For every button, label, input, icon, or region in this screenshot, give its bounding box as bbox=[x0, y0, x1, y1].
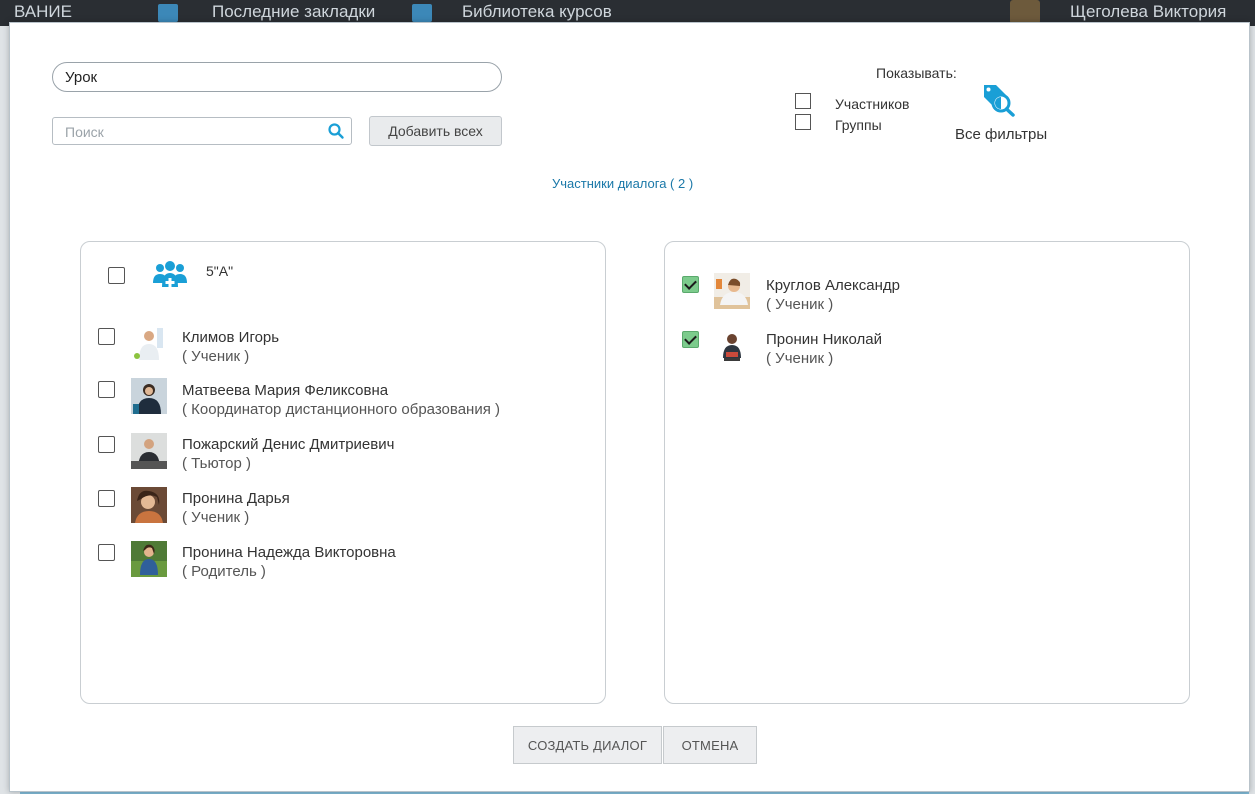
avatar bbox=[714, 328, 750, 364]
avatar bbox=[131, 541, 167, 577]
create-dialog-modal: Добавить всех Показывать: Участников Гру… bbox=[9, 22, 1250, 792]
user-role: ( Тьютор ) bbox=[182, 455, 251, 472]
selected-participants-panel: Круглов Александр ( Ученик ) Пронин Нико… bbox=[664, 241, 1190, 704]
filter-participants-checkbox[interactable] bbox=[795, 93, 811, 109]
show-filter-label: Показывать: bbox=[876, 65, 957, 81]
participant-name: Круглов Александр bbox=[766, 277, 901, 294]
background-library-link: Библиотека курсов bbox=[462, 2, 612, 21]
avatar bbox=[131, 433, 167, 469]
participant-role: ( Ученик ) bbox=[766, 350, 834, 367]
avatar bbox=[131, 324, 167, 360]
background-topbar-title: ВАНИЕ bbox=[14, 2, 72, 21]
all-filters-link[interactable]: Все фильтры bbox=[955, 126, 1047, 143]
available-users-panel: 5"А" Климов Игорь ( Ученик ) Матвеева Ма… bbox=[80, 241, 606, 704]
user-checkbox[interactable] bbox=[98, 328, 115, 345]
search-input[interactable] bbox=[63, 119, 317, 145]
add-all-button[interactable]: Добавить всех bbox=[369, 116, 502, 146]
library-icon bbox=[412, 4, 432, 22]
filter-participants-label: Участников bbox=[835, 96, 910, 112]
user-name: Матвеева Мария Феликсовна bbox=[182, 382, 389, 399]
group-add-icon[interactable] bbox=[152, 259, 188, 291]
participant-checkbox[interactable] bbox=[682, 331, 699, 348]
user-role: ( Ученик ) bbox=[182, 509, 250, 526]
user-role: ( Ученик ) bbox=[182, 348, 250, 365]
avatar bbox=[131, 378, 167, 414]
create-dialog-button[interactable]: СОЗДАТЬ ДИАЛОГ bbox=[513, 726, 662, 764]
background-user-name: Щеголева Виктория bbox=[1070, 2, 1227, 21]
user-role: ( Родитель ) bbox=[182, 563, 266, 580]
user-checkbox[interactable] bbox=[98, 436, 115, 453]
user-checkbox[interactable] bbox=[98, 490, 115, 507]
participant-name: Пронин Николай bbox=[766, 331, 883, 348]
filter-groups-label: Группы bbox=[835, 117, 882, 133]
user-name: Пронина Надежда Викторовна bbox=[182, 544, 396, 561]
user-name: Климов Игорь bbox=[182, 329, 280, 346]
user-checkbox[interactable] bbox=[98, 381, 115, 398]
avatar bbox=[131, 487, 167, 523]
avatar bbox=[714, 273, 750, 309]
background-bookmarks-link: Последние закладки bbox=[212, 2, 376, 21]
user-name: Пожарский Денис Дмитриевич bbox=[182, 436, 395, 453]
user-checkbox[interactable] bbox=[98, 544, 115, 561]
dialog-topic-input[interactable] bbox=[52, 62, 502, 92]
cancel-button[interactable]: ОТМЕНА bbox=[663, 726, 757, 764]
participant-checkbox[interactable] bbox=[682, 276, 699, 293]
user-name: Пронина Дарья bbox=[182, 490, 290, 507]
filter-groups-checkbox[interactable] bbox=[795, 114, 811, 130]
all-filters-icon[interactable] bbox=[980, 83, 1018, 117]
participants-title: Участники диалога ( 2 ) bbox=[552, 176, 694, 191]
group-name: 5"А" bbox=[206, 263, 234, 279]
user-role: ( Координатор дистанционного образования… bbox=[182, 401, 500, 418]
background-user-avatar bbox=[1010, 0, 1040, 24]
bookmarks-icon bbox=[158, 4, 178, 22]
group-checkbox[interactable] bbox=[108, 267, 125, 284]
search-field[interactable] bbox=[52, 117, 352, 145]
participant-role: ( Ученик ) bbox=[766, 296, 834, 313]
search-icon[interactable] bbox=[327, 122, 345, 140]
